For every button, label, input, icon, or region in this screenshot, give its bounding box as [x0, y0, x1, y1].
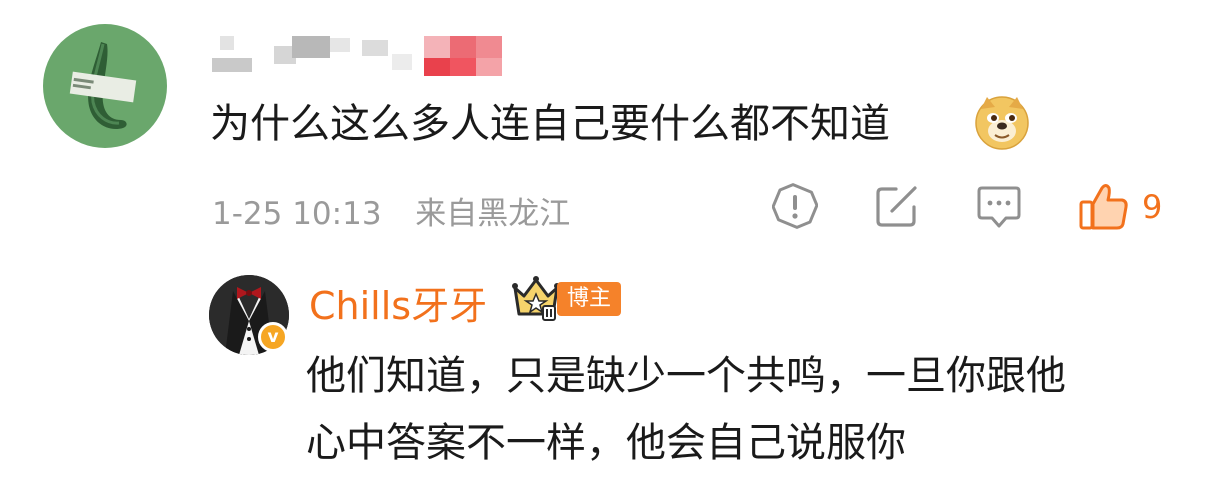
share-icon[interactable]	[874, 183, 920, 229]
like-count: 9	[1142, 188, 1163, 226]
like-icon[interactable]	[1078, 180, 1130, 232]
reply-text-line-2: 心中答案不一样，他会自己说服你	[306, 420, 906, 466]
comment-text: 为什么这么多人连自己要什么都不知道	[210, 101, 890, 147]
reply-text-line-1: 他们知道，只是缺少一个共鸣，一旦你跟他	[306, 353, 1066, 399]
comment-icon[interactable]	[976, 183, 1022, 229]
comment-location: 来自黑龙江	[415, 196, 571, 232]
crown-level-icon	[511, 274, 561, 322]
doge-emoji-icon	[973, 93, 1031, 151]
banana-illustration	[69, 42, 137, 130]
blogger-badge: 博主	[557, 282, 621, 316]
comment-meta: 1-25 10:13 来自黑龙江	[212, 188, 570, 233]
comment-timestamp: 1-25 10:13	[212, 196, 382, 232]
commenter-username-redacted[interactable]	[212, 36, 512, 78]
blogger-username[interactable]: Chills牙牙	[309, 275, 487, 330]
commenter-avatar[interactable]	[43, 24, 167, 148]
report-icon[interactable]	[771, 183, 819, 229]
verified-badge-icon: v	[258, 322, 288, 352]
